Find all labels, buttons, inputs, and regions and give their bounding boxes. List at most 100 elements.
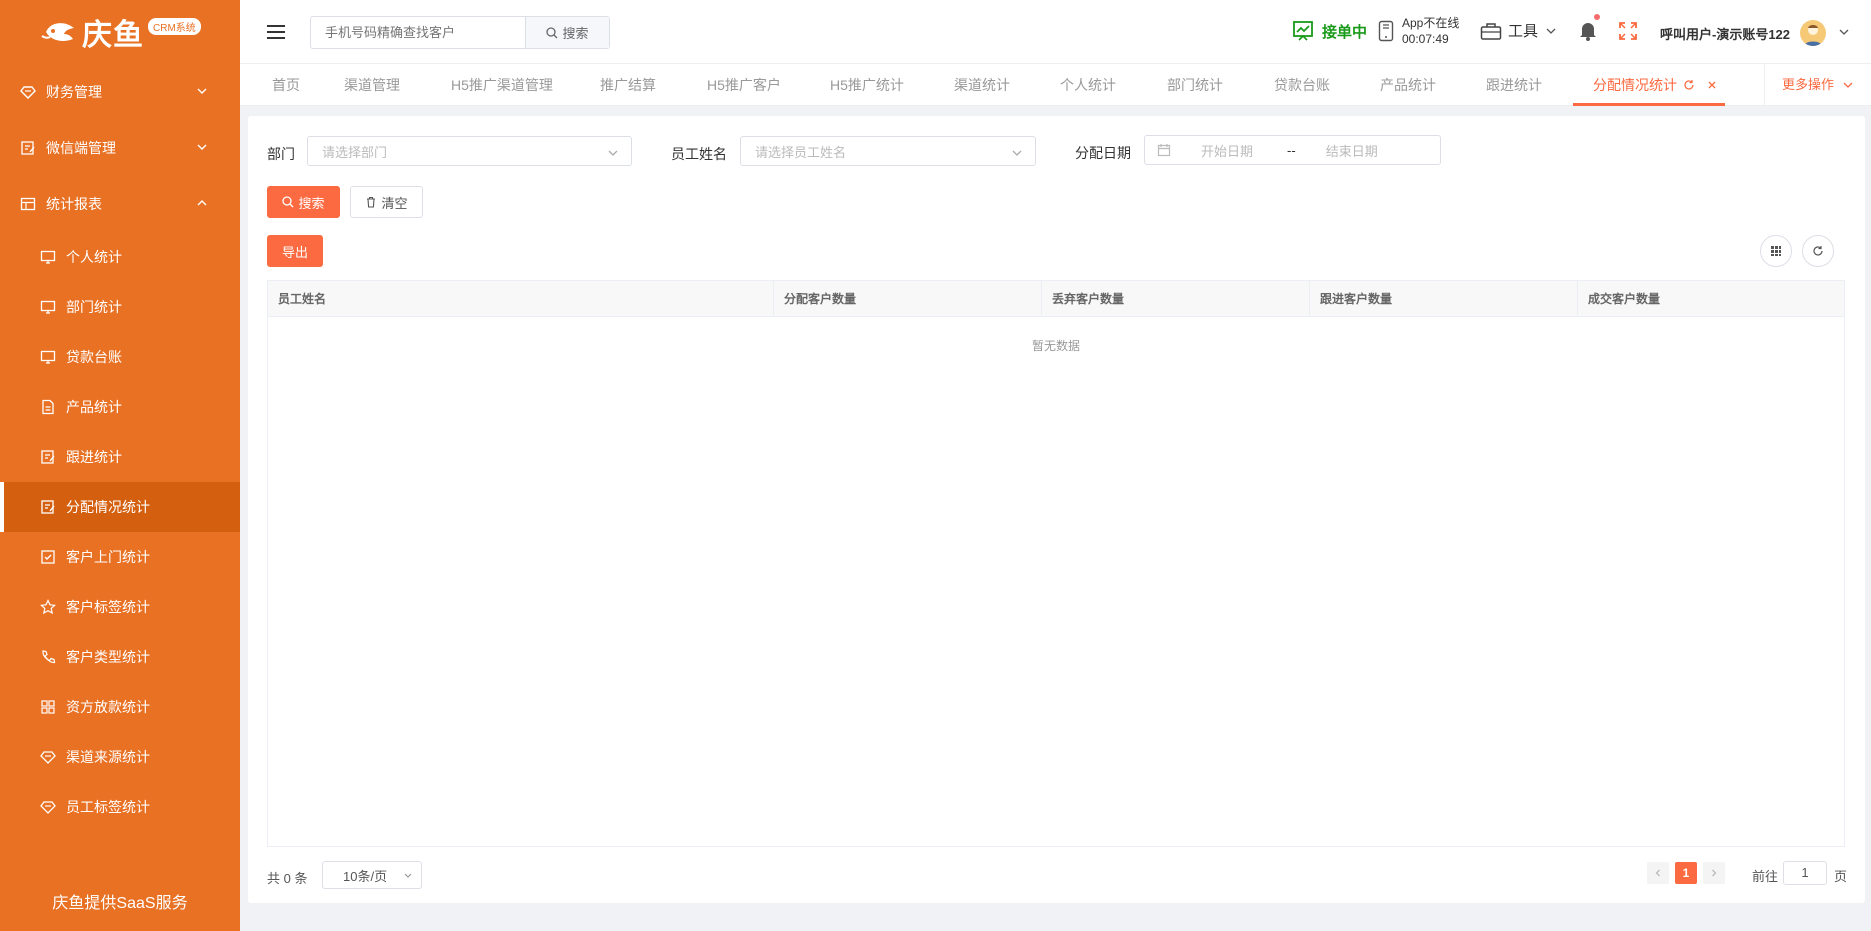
sidebar-item-employee-tag-stats[interactable]: 员工标签统计 [0, 782, 240, 832]
department-select[interactable]: 请选择部门 [307, 136, 632, 166]
date-start-placeholder[interactable]: 开始日期 [1201, 141, 1253, 160]
refresh-button[interactable] [1802, 235, 1834, 267]
tab-product-stats[interactable]: 产品统计 [1380, 64, 1436, 106]
hamburger-icon[interactable] [266, 22, 286, 42]
sidebar-item-personal-stats[interactable]: 个人统计 [0, 232, 240, 282]
clear-button[interactable]: 清空 [350, 186, 423, 218]
avatar[interactable] [1800, 20, 1826, 46]
tab-loan-ledger[interactable]: 贷款台账 [1274, 64, 1330, 106]
chevron-down-icon [1546, 28, 1556, 34]
sidebar-item-label: 分配情况统计 [66, 499, 150, 515]
tab-department-stats[interactable]: 部门统计 [1167, 64, 1223, 106]
page-size-value: 10条/页 [343, 868, 388, 884]
grid-icon [40, 699, 56, 715]
sidebar-item-type-stats[interactable]: 客户类型统计 [0, 632, 240, 682]
app-logo[interactable]: 庆鱼 CRM系统 [0, 0, 240, 64]
tools-menu[interactable]: 工具 [1480, 20, 1564, 41]
column-header-followup[interactable]: 跟进客户数量 [1310, 281, 1578, 317]
export-button-label: 导出 [281, 244, 308, 260]
sidebar-item-tag-stats[interactable]: 客户标签统计 [0, 582, 240, 632]
chevron-down-icon [197, 88, 207, 94]
tab-h5-channel-management[interactable]: H5推广渠道管理 [451, 64, 553, 106]
column-header-discarded[interactable]: 丢弃客户数量 [1042, 281, 1310, 317]
more-actions-menu[interactable]: 更多操作 [1782, 64, 1854, 106]
calendar-icon [1157, 144, 1171, 157]
sidebar-item-label: 员工标签统计 [66, 799, 150, 815]
sidebar-group-reports[interactable]: 统计报表 [0, 176, 240, 232]
allocation-table: 员工姓名 分配客户数量 丢弃客户数量 跟进客户数量 成交客户数量 暂无数据 [267, 280, 1845, 847]
sidebar-item-department-stats[interactable]: 部门统计 [0, 282, 240, 332]
sidebar-group-label: 统计报表 [46, 196, 102, 212]
tab-personal-stats[interactable]: 个人统计 [1060, 64, 1116, 106]
page-size-select[interactable]: 10条/页 [322, 861, 422, 889]
customer-search-input[interactable] [311, 17, 525, 48]
order-status-toggle[interactable]: 接单中 [1292, 20, 1367, 42]
tab-channel-management[interactable]: 渠道管理 [344, 64, 400, 106]
total-count: 共 0 条 [267, 871, 308, 886]
top-header: 搜索 接单中 App不在线 00:07:49 工具 呼叫用户-演示账号122 [240, 0, 1871, 64]
bell-icon[interactable] [1576, 18, 1600, 42]
next-page-button[interactable] [1703, 862, 1725, 884]
sidebar-group-wechat[interactable]: 微信端管理 [0, 120, 240, 176]
tab-h5-customers[interactable]: H5推广客户 [707, 64, 781, 106]
employee-label: 员工姓名 [671, 146, 727, 162]
sidebar-item-label: 贷款台账 [66, 349, 122, 365]
goto-page-input[interactable]: 1 [1783, 861, 1827, 885]
chevron-down-icon [1843, 82, 1853, 88]
sidebar-item-loan-ledger[interactable]: 贷款台账 [0, 332, 240, 382]
fullscreen-icon[interactable] [1618, 21, 1638, 41]
sidebar-item-visit-stats[interactable]: 客户上门统计 [0, 532, 240, 582]
app-status: App不在线 00:07:49 [1378, 15, 1459, 47]
sidebar-group-label: 财务管理 [46, 84, 102, 100]
sidebar-group-finance[interactable]: 财务管理 [0, 64, 240, 120]
tab-home[interactable]: 首页 [272, 64, 300, 106]
tab-followup-stats[interactable]: 跟进统计 [1486, 64, 1542, 106]
tab-allocation-stats[interactable]: 分配情况统计 [1593, 64, 1717, 106]
table-header: 员工姓名 分配客户数量 丢弃客户数量 跟进客户数量 成交客户数量 [268, 281, 1844, 317]
tab-channel-stats[interactable]: 渠道统计 [954, 64, 1010, 106]
column-header-closed[interactable]: 成交客户数量 [1578, 281, 1844, 317]
prev-page-button[interactable] [1647, 862, 1669, 884]
header-search-button[interactable]: 搜索 [525, 17, 609, 48]
chevron-right-icon [1712, 869, 1717, 877]
department-placeholder: 请选择部门 [322, 144, 388, 160]
chevron-down-icon[interactable] [1838, 26, 1850, 38]
sidebar-item-allocation-stats[interactable]: 分配情况统计 [0, 482, 240, 532]
date-range-picker[interactable]: 开始日期 -- 结束日期 [1144, 135, 1441, 165]
document-icon [40, 399, 56, 415]
employee-select[interactable]: 请选择员工姓名 [740, 136, 1036, 166]
search-button[interactable]: 搜索 [267, 186, 340, 218]
tab-promotion-settlement[interactable]: 推广结算 [600, 64, 656, 106]
column-settings-button[interactable] [1760, 235, 1792, 267]
page-number-current[interactable]: 1 [1675, 862, 1697, 884]
date-label: 分配日期 [1075, 145, 1131, 161]
chevron-down-icon [1012, 150, 1022, 156]
column-header-employee-name[interactable]: 员工姓名 [268, 281, 774, 317]
user-name[interactable]: 呼叫用户-演示账号122 [1660, 24, 1790, 43]
tools-label: 工具 [1508, 23, 1539, 40]
sidebar-item-product-stats[interactable]: 产品统计 [0, 382, 240, 432]
mobile-phone-icon [1378, 20, 1394, 42]
more-actions-label: 更多操作 [1782, 77, 1835, 92]
empty-state-text: 暂无数据 [1031, 339, 1080, 353]
monitor-icon [40, 249, 56, 265]
star-icon [40, 599, 56, 615]
logo-badge: CRM系统 [148, 18, 201, 35]
sidebar-item-channel-source-stats[interactable]: 渠道来源统计 [0, 732, 240, 782]
grid-icon [1771, 246, 1781, 256]
toolbox-icon [1480, 22, 1502, 40]
sidebar-item-followup-stats[interactable]: 跟进统计 [0, 432, 240, 482]
close-icon[interactable] [1707, 80, 1717, 90]
tab-h5-stats[interactable]: H5推广统计 [830, 64, 904, 106]
department-label: 部门 [267, 146, 295, 162]
column-header-allocated[interactable]: 分配客户数量 [774, 281, 1042, 317]
refresh-icon[interactable] [1683, 79, 1695, 91]
sidebar-item-label: 资方放款统计 [66, 699, 150, 715]
diamond-icon [40, 799, 56, 815]
fish-logo-icon [40, 14, 80, 50]
sidebar-item-funder-stats[interactable]: 资方放款统计 [0, 682, 240, 732]
sidebar-item-label: 部门统计 [66, 299, 122, 315]
export-button[interactable]: 导出 [267, 235, 323, 267]
date-end-placeholder[interactable]: 结束日期 [1326, 141, 1378, 160]
customer-search: 搜索 [310, 16, 610, 49]
